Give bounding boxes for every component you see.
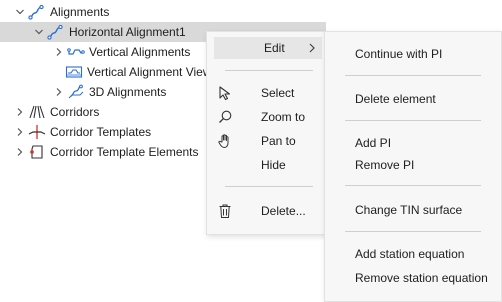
vertical-alignment-icon bbox=[67, 44, 85, 60]
menu-item-zoom-to[interactable]: Zoom to bbox=[207, 106, 325, 128]
trash-icon bbox=[217, 203, 233, 219]
chevron-right-icon[interactable] bbox=[14, 106, 26, 118]
menu-separator bbox=[345, 120, 481, 121]
menu-separator bbox=[225, 186, 313, 187]
submenu-item-delete-element[interactable]: Delete element bbox=[355, 89, 436, 109]
chevron-right-icon[interactable] bbox=[53, 86, 65, 98]
3d-alignment-icon bbox=[67, 84, 85, 100]
alignment-icon bbox=[47, 24, 65, 40]
submenu-item-remove-station-equation[interactable]: Remove station equation bbox=[355, 268, 488, 288]
submenu-item-continue-with-pi[interactable]: Continue with PI bbox=[355, 44, 442, 64]
chevron-right-icon[interactable] bbox=[53, 46, 65, 58]
tree-item-alignments[interactable]: Alignments bbox=[0, 2, 210, 22]
submenu-item-add-station-equation[interactable]: Add station equation bbox=[355, 244, 464, 264]
corridor-icon bbox=[28, 104, 46, 120]
vertical-alignment-view-icon bbox=[65, 64, 83, 80]
cursor-arrow-icon bbox=[217, 85, 233, 101]
tree-item-label: Vertical Alignment Views bbox=[87, 65, 218, 79]
chevron-down-icon[interactable] bbox=[33, 26, 45, 38]
tree-item-label: Horizontal Alignment1 bbox=[69, 25, 186, 39]
menu-item-edit[interactable]: Edit bbox=[214, 37, 322, 59]
alignment-icon bbox=[28, 4, 46, 20]
menu-separator bbox=[345, 185, 481, 186]
chevron-right-icon[interactable] bbox=[14, 126, 26, 138]
tree-item-label: Vertical Alignments bbox=[89, 45, 191, 59]
chevron-down-icon[interactable] bbox=[14, 6, 26, 18]
menu-item-label: Hide bbox=[261, 158, 286, 172]
tree-item-vertical-alignments[interactable]: Vertical Alignments bbox=[0, 42, 210, 62]
menu-item-label: Pan to bbox=[261, 134, 296, 148]
chevron-right-icon bbox=[307, 42, 317, 57]
corridor-template-element-icon bbox=[28, 144, 46, 160]
tree-item-label: Corridor Template Elements bbox=[50, 145, 199, 159]
tree-item-corridor-templates[interactable]: Corridor Templates bbox=[0, 122, 210, 142]
menu-item-delete[interactable]: Delete... bbox=[207, 200, 325, 222]
tree-item-corridor-template-elements[interactable]: Corridor Template Elements bbox=[0, 142, 210, 162]
tree-item-label: Corridor Templates bbox=[50, 125, 152, 139]
tree-item-3d-alignments[interactable]: 3D Alignments bbox=[0, 82, 210, 102]
menu-item-hide[interactable]: Hide bbox=[207, 154, 325, 176]
hand-icon bbox=[217, 133, 233, 149]
context-menu: Edit Select Zoom to Pan to Hide Delete..… bbox=[206, 31, 326, 235]
magnifier-icon bbox=[217, 109, 233, 125]
menu-item-label: Zoom to bbox=[261, 110, 306, 124]
menu-item-pan-to[interactable]: Pan to bbox=[207, 130, 325, 152]
submenu-item-remove-pi[interactable]: Remove PI bbox=[355, 155, 414, 175]
menu-item-label: Edit bbox=[264, 41, 285, 55]
edit-submenu: Continue with PI Delete element Add PI R… bbox=[324, 31, 502, 302]
chevron-right-icon[interactable] bbox=[14, 146, 26, 158]
menu-separator bbox=[345, 75, 481, 76]
menu-item-label: Delete... bbox=[261, 204, 306, 218]
tree-item-vertical-alignment-views[interactable]: Vertical Alignment Views bbox=[0, 62, 218, 82]
tree-item-corridors[interactable]: Corridors bbox=[0, 102, 210, 122]
corridor-template-icon bbox=[28, 124, 46, 140]
submenu-item-add-pi[interactable]: Add PI bbox=[355, 133, 391, 153]
tree-item-label: Corridors bbox=[50, 105, 100, 119]
menu-separator bbox=[345, 231, 481, 232]
submenu-item-change-tin-surface[interactable]: Change TIN surface bbox=[355, 200, 462, 220]
menu-item-select[interactable]: Select bbox=[207, 82, 325, 104]
tree-item-label: Alignments bbox=[50, 5, 110, 19]
menu-item-label: Select bbox=[261, 86, 295, 100]
tree-item-label: 3D Alignments bbox=[89, 85, 167, 99]
menu-separator bbox=[225, 70, 313, 71]
